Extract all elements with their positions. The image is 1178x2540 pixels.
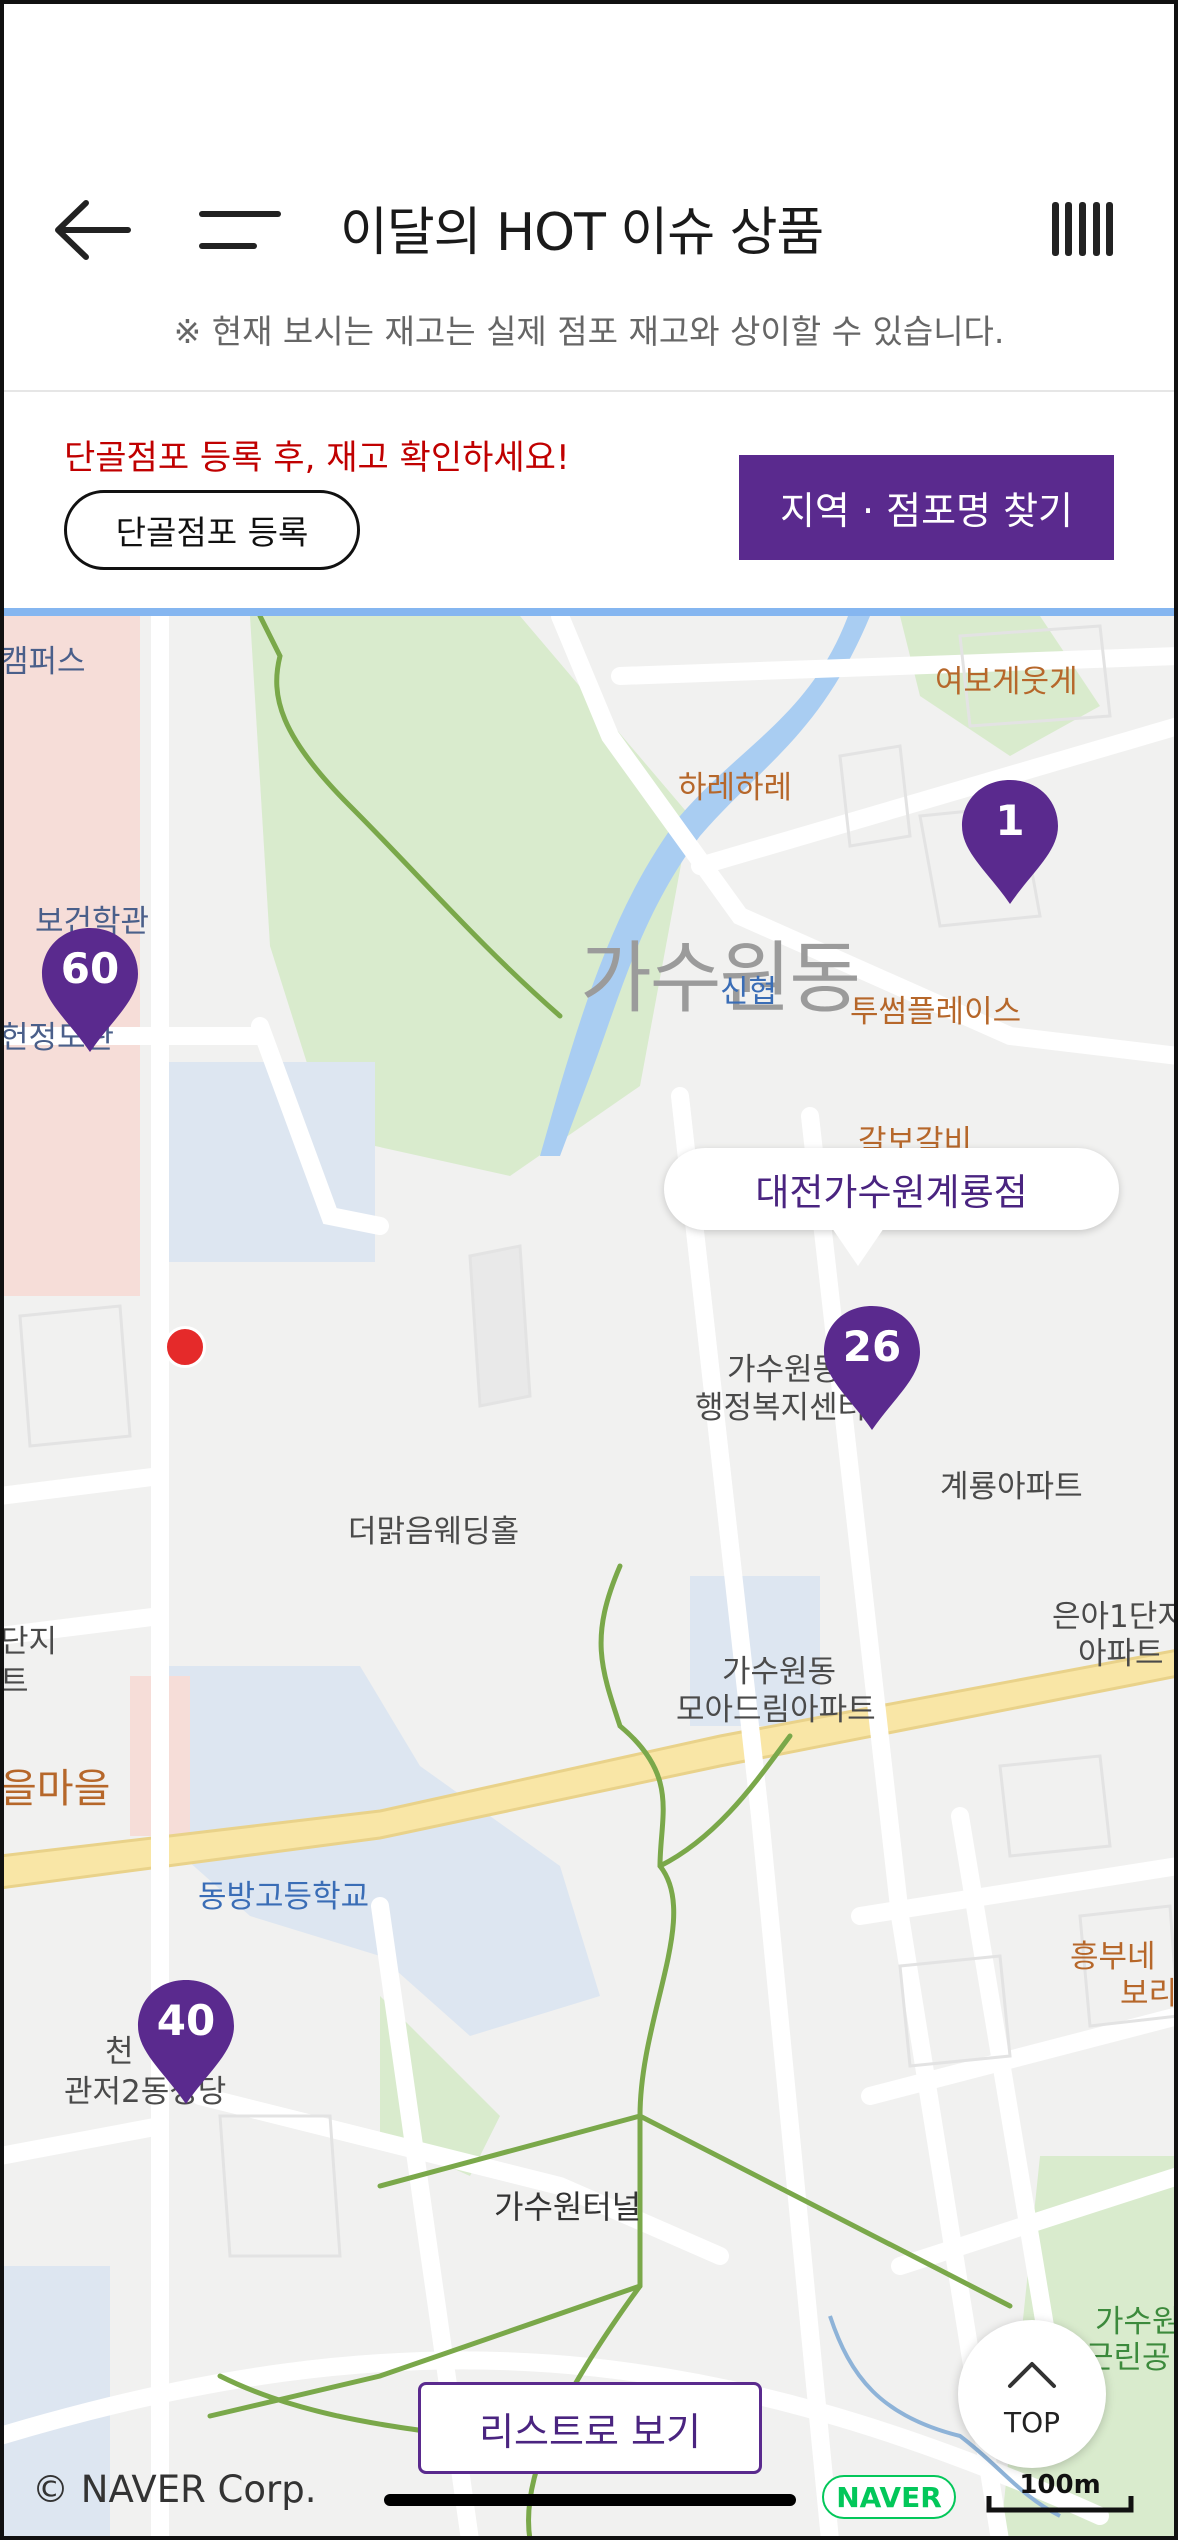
pin-count: 1 <box>995 796 1025 845</box>
barcode-icon[interactable] <box>1050 200 1115 258</box>
current-location-marker <box>164 1326 206 1368</box>
register-prompt: 단골점포 등록 후, 재고 확인하세요! <box>64 438 570 478</box>
map-top-border <box>0 608 1178 616</box>
list-view-button[interactable]: 리스트로 보기 <box>418 2382 762 2474</box>
callout-tail <box>832 1228 884 1266</box>
selected-store-callout[interactable]: 대전가수원계룡점 <box>664 1148 1119 1230</box>
store-pin-60[interactable]: 60 <box>38 924 142 1056</box>
poi-cheon: 천 <box>105 2034 134 2070</box>
store-pin-1[interactable]: 1 <box>958 776 1062 908</box>
tunnel-label: 가수원터널 <box>494 2188 642 2226</box>
poi-yeobo[interactable]: 여보게웃게 <box>935 656 1078 701</box>
poi-wedding[interactable]: 더맑음웨딩홀 <box>348 1506 519 1551</box>
scroll-top-button[interactable]: TOP <box>958 2320 1106 2468</box>
poi-shinhyeop[interactable]: 신협 <box>720 966 777 1011</box>
poi-twosome[interactable]: 투썸플레이스 <box>850 986 1021 1031</box>
poi-maeul: 을마을 <box>0 1766 111 1812</box>
chevron-up-icon <box>1008 2362 1056 2388</box>
poi-dongbang[interactable]: 동방고등학교 <box>198 1871 369 1916</box>
pin-count: 26 <box>842 1322 902 1371</box>
poi-eunah-2[interactable]: 아파트 <box>1078 1628 1164 1673</box>
map-scale: 100m <box>985 2470 1135 2514</box>
top-label: TOP <box>1003 2406 1061 2439</box>
poi-campus: 캠퍼스 <box>0 644 86 680</box>
scale-bar-icon <box>986 2496 1134 2513</box>
copyright: © NAVER Corp. <box>32 2468 317 2511</box>
menu-icon[interactable] <box>198 200 283 260</box>
poi-danji: 단지 <box>0 1624 58 1660</box>
poi-hare[interactable]: 하레하레 <box>678 762 792 807</box>
find-store-button[interactable]: 지역 · 점포명 찾기 <box>739 455 1114 560</box>
naver-logo[interactable]: NAVER <box>822 2475 956 2519</box>
poi-heungbu-2[interactable]: 보리 <box>1120 1968 1177 2013</box>
pin-count: 40 <box>156 1996 216 2045</box>
header: 이달의 HOT 이슈 상품 ※ 현재 보시는 재고는 실제 점포 재고와 상이할… <box>0 0 1178 395</box>
store-map[interactable]: 가수원동 여보게웃게 하레하레 캠퍼스 보건학관 헌정도관 신협 투썸플레이스 … <box>0 616 1178 2540</box>
poi-danji-2: 트 <box>0 1664 29 1700</box>
home-indicator <box>384 2494 796 2506</box>
poi-moa-2[interactable]: 모아드림아파트 <box>676 1684 876 1729</box>
stock-notice: ※ 현재 보시는 재고는 실제 점포 재고와 상이할 수 있습니다. <box>173 312 1005 351</box>
page-title: 이달의 HOT 이슈 상품 <box>340 203 824 263</box>
back-arrow-icon[interactable] <box>52 195 132 265</box>
register-store-button[interactable]: 단골점포 등록 <box>64 490 360 570</box>
pin-count: 60 <box>60 944 120 993</box>
poi-gyeryong[interactable]: 계룡아파트 <box>940 1461 1083 1506</box>
store-bar: 단골점포 등록 후, 재고 확인하세요! 단골점포 등록 지역 · 점포명 찾기 <box>0 392 1178 610</box>
store-pin-26[interactable]: 26 <box>820 1302 924 1434</box>
store-pin-40[interactable]: 40 <box>134 1976 238 2108</box>
